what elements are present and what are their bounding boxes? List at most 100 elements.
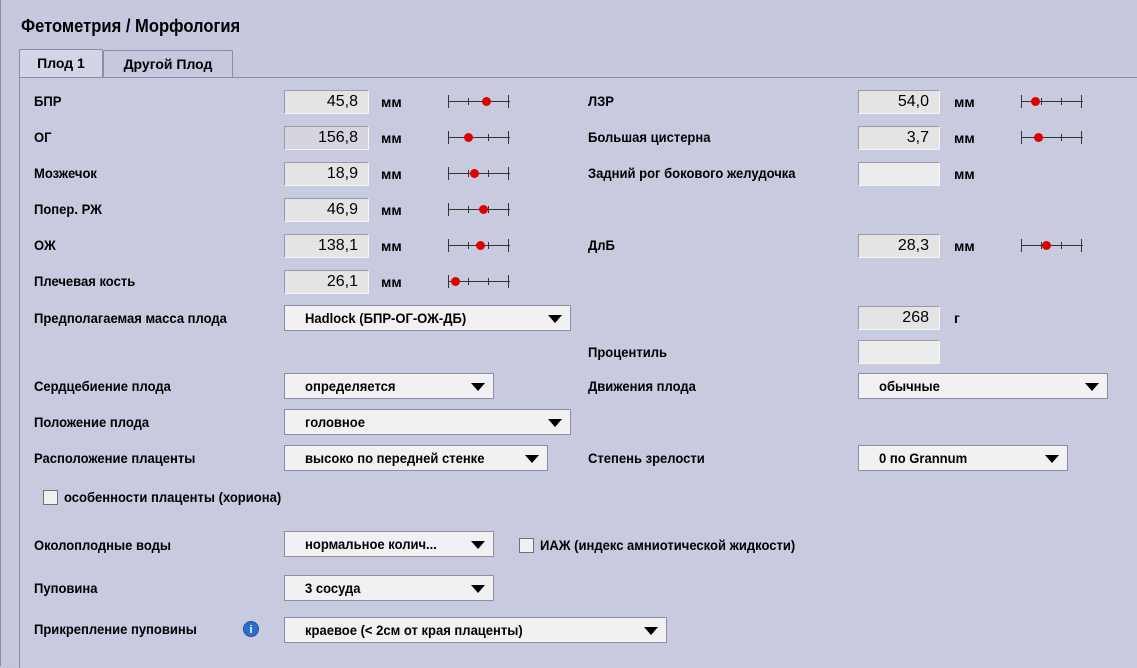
amniotic-select[interactable]: нормальное колич...: [284, 531, 494, 557]
label-cord-attachment: Прикрепление пуповины: [34, 621, 197, 637]
mass-field[interactable]: 268: [858, 306, 940, 330]
humerus-gauge: [448, 272, 510, 292]
gauge-tick: [508, 95, 509, 108]
gauge-line: [1021, 137, 1083, 138]
gauge-line: [448, 173, 510, 174]
humerus-unit: мм: [381, 274, 402, 290]
gauge-tick: [508, 239, 509, 252]
gauge-tick: [1021, 239, 1022, 252]
gauge-tick: [1021, 95, 1022, 108]
gauge-tick: [1061, 242, 1062, 249]
placenta-location-select[interactable]: высоко по передней стенке: [284, 445, 548, 471]
placenta-features-checkbox[interactable]: [43, 490, 58, 505]
dlb-unit: мм: [954, 238, 975, 254]
tab-other-fetus[interactable]: Другой Плод: [103, 50, 233, 78]
og-field[interactable]: 156,8: [284, 126, 369, 150]
cerebellum-gauge: [448, 164, 510, 184]
mass-method-value: Hadlock (БПР-ОГ-ОЖ-ДБ): [305, 310, 467, 326]
label-maturity: Степень зрелости: [588, 450, 705, 466]
cord-value: 3 сосуда: [305, 580, 361, 596]
gauge-tick: [468, 206, 469, 213]
maturity-select[interactable]: 0 по Grannum: [858, 445, 1068, 471]
og-gauge: [448, 128, 510, 148]
cord-attachment-select[interactable]: краевое (< 2см от края плаценты): [284, 617, 667, 643]
posterior-horn-field[interactable]: [858, 162, 940, 186]
gauge-tick: [1061, 134, 1062, 141]
position-select[interactable]: головное: [284, 409, 571, 435]
ventricle-field[interactable]: 46,9: [284, 198, 369, 222]
gauge-tick: [1081, 239, 1082, 252]
cord-attachment-value: краевое (< 2см от края плаценты): [305, 622, 523, 638]
gauge-tick: [468, 242, 469, 249]
label-afi: ИАЖ (индекс амниотической жидкости): [540, 537, 796, 553]
gauge-tick: [488, 170, 489, 177]
gauge-marker: [1034, 133, 1043, 142]
gauge-line: [448, 137, 510, 138]
gauge-tick: [488, 242, 489, 249]
maturity-value: 0 по Grannum: [879, 450, 968, 466]
label-cerebellum: Мозжечок: [34, 165, 97, 181]
label-fetal-mass: Предполагаемая масса плода: [34, 310, 227, 326]
tab-fetus-1[interactable]: Плод 1: [19, 49, 103, 79]
oj-gauge: [448, 236, 510, 256]
label-placenta-location: Расположение плаценты: [34, 450, 196, 466]
gauge-tick: [448, 95, 449, 108]
gauge-marker: [451, 277, 460, 286]
fetometry-panel: Фетометрия / Морфология Плод 1 Другой Пл…: [0, 0, 1137, 668]
mass-unit: г: [954, 310, 960, 326]
percentile-field[interactable]: [858, 340, 940, 364]
label-cisterna: Большая цистерна: [588, 129, 711, 145]
lzr-gauge: [1021, 92, 1083, 112]
heartbeat-select[interactable]: определяется: [284, 373, 494, 399]
chevron-down-icon: [525, 455, 539, 463]
bpr-unit: мм: [381, 94, 402, 110]
cord-select[interactable]: 3 сосуда: [284, 575, 494, 601]
chevron-down-icon: [1085, 383, 1099, 391]
gauge-tick: [1061, 98, 1062, 105]
label-ventricle: Попер. РЖ: [34, 201, 102, 217]
cisterna-field[interactable]: 3,7: [858, 126, 940, 150]
gauge-tick: [448, 239, 449, 252]
chevron-down-icon: [1045, 455, 1059, 463]
cisterna-unit: мм: [954, 130, 975, 146]
label-amniotic: Околоплодные воды: [34, 537, 172, 553]
lzr-field[interactable]: 54,0: [858, 90, 940, 114]
label-dlb: ДлБ: [588, 237, 615, 253]
label-position: Положение плода: [34, 414, 150, 430]
gauge-tick: [1081, 95, 1082, 108]
movements-value: обычные: [879, 378, 940, 394]
chevron-down-icon: [548, 419, 562, 427]
gauge-tick: [508, 203, 509, 216]
oj-unit: мм: [381, 238, 402, 254]
bpr-field[interactable]: 45,8: [284, 90, 369, 114]
label-heartbeat: Сердцебиение плода: [34, 378, 171, 394]
gauge-tick: [488, 134, 489, 141]
oj-field[interactable]: 138,1: [284, 234, 369, 258]
cerebellum-unit: мм: [381, 166, 402, 182]
ventricle-gauge: [448, 200, 510, 220]
humerus-field[interactable]: 26,1: [284, 270, 369, 294]
gauge-tick: [508, 131, 509, 144]
gauge-tick: [468, 170, 469, 177]
gauge-tick: [508, 275, 509, 288]
gauge-line: [1021, 245, 1083, 246]
posterior-horn-unit: мм: [954, 166, 975, 182]
mass-method-select[interactable]: Hadlock (БПР-ОГ-ОЖ-ДБ): [284, 305, 571, 331]
gauge-tick: [1081, 131, 1082, 144]
gauge-tick: [448, 131, 449, 144]
label-lzr: ЛЗР: [588, 93, 614, 109]
gauge-marker: [470, 169, 479, 178]
og-unit: мм: [381, 130, 402, 146]
dlb-field[interactable]: 28,3: [858, 234, 940, 258]
chevron-down-icon: [471, 541, 485, 549]
gauge-marker: [1042, 241, 1051, 250]
afi-checkbox[interactable]: [519, 538, 534, 553]
heartbeat-value: определяется: [305, 378, 396, 394]
label-bpr: БПР: [34, 93, 62, 109]
movements-select[interactable]: обычные: [858, 373, 1108, 399]
gauge-marker: [482, 97, 491, 106]
gauge-tick: [488, 278, 489, 285]
label-movements: Движения плода: [588, 378, 696, 394]
cerebellum-field[interactable]: 18,9: [284, 162, 369, 186]
info-icon[interactable]: i: [243, 621, 259, 637]
